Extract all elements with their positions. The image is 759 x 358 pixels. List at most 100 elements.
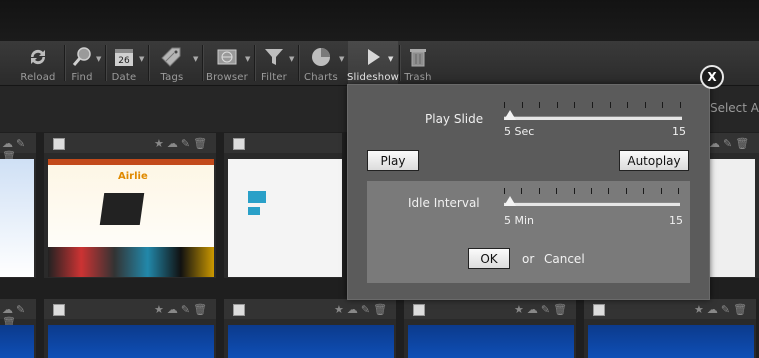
browser-button[interactable]: Browser bbox=[204, 41, 250, 85]
thumbnail-site-header bbox=[48, 159, 214, 165]
thumbnail-header: ☁✎🗑 bbox=[0, 299, 36, 329]
slider-tick bbox=[608, 188, 609, 194]
idle-interval-label: Idle Interval bbox=[408, 196, 480, 210]
tags-icon bbox=[159, 44, 185, 70]
play-slide-label: Play Slide bbox=[425, 112, 484, 126]
filter-label: Filter bbox=[261, 72, 287, 83]
thumbnail-action-icons[interactable]: ★☁✎🗑 bbox=[514, 303, 570, 316]
thumbnail-card[interactable]: ★☁✎🗑 bbox=[44, 299, 216, 358]
slider-tick bbox=[539, 102, 540, 108]
slider-tick bbox=[610, 102, 611, 108]
thumbnail-action-icons[interactable]: ☁✎🗑 bbox=[709, 137, 752, 150]
thumbnail-action-icons[interactable]: ★☁✎🗑 bbox=[334, 303, 390, 316]
play-icon bbox=[360, 44, 386, 70]
thumbnail-action-icons[interactable]: ★☁✎🗑 bbox=[154, 137, 210, 150]
slider-tick bbox=[574, 102, 575, 108]
thumbnail-checkbox[interactable] bbox=[53, 304, 65, 316]
thumbnail-image[interactable] bbox=[48, 325, 214, 358]
autoplay-button[interactable]: Autoplay bbox=[619, 150, 689, 171]
slider-track[interactable] bbox=[504, 202, 680, 206]
thumbnail-image[interactable] bbox=[0, 159, 34, 277]
thumbnail-card[interactable]: ☁✎🗑 bbox=[707, 133, 759, 278]
thumbnail-header: ☁✎🗑 bbox=[707, 133, 759, 153]
close-icon: X bbox=[707, 70, 717, 84]
charts-dropdown-icon[interactable]: ▼ bbox=[339, 55, 344, 63]
date-button[interactable]: 26 Date bbox=[107, 41, 141, 85]
tags-label: Tags bbox=[160, 72, 184, 83]
ok-button[interactable]: OK bbox=[468, 248, 510, 269]
slider-tick bbox=[626, 188, 627, 194]
thumbnail-action-icons[interactable]: ★☁✎🗑 bbox=[694, 303, 750, 316]
browser-icon bbox=[214, 44, 240, 70]
browser-dropdown-icon[interactable]: ▼ bbox=[245, 55, 250, 63]
slider-tick bbox=[592, 102, 593, 108]
play-slide-min-label: 5 Sec bbox=[504, 125, 535, 138]
slider-ticks bbox=[504, 188, 680, 195]
slider-tick bbox=[627, 102, 628, 108]
trash-button[interactable]: Trash bbox=[401, 41, 435, 85]
slider-tick bbox=[680, 102, 681, 108]
play-button[interactable]: Play bbox=[367, 150, 419, 171]
trash-label: Trash bbox=[404, 72, 432, 83]
slider-ticks bbox=[504, 102, 682, 109]
filter-dropdown-icon[interactable]: ▼ bbox=[289, 55, 294, 63]
slider-tick bbox=[557, 102, 558, 108]
play-slide-slider[interactable] bbox=[504, 102, 682, 122]
slider-tick bbox=[504, 188, 505, 194]
slideshow-button[interactable]: Slideshow bbox=[347, 41, 399, 85]
tags-dropdown-icon[interactable]: ▼ bbox=[193, 55, 198, 63]
thumbnail-checkbox[interactable] bbox=[53, 138, 65, 150]
thumbnail-image[interactable] bbox=[408, 325, 574, 358]
slider-tick bbox=[645, 102, 646, 108]
date-label: Date bbox=[111, 72, 137, 83]
pie-chart-icon bbox=[308, 44, 334, 70]
thumbnail-image[interactable]: Airlie bbox=[48, 159, 214, 277]
thumbnail-site-logo: Airlie bbox=[118, 171, 148, 182]
slider-tick bbox=[522, 102, 523, 108]
thumbnail-checkbox[interactable] bbox=[233, 304, 245, 316]
thumbnail-header: ★☁✎🗑 bbox=[44, 133, 216, 153]
thumbnail-header bbox=[224, 133, 342, 153]
cancel-link[interactable]: Cancel bbox=[544, 252, 585, 266]
thumbnail-checkbox[interactable] bbox=[593, 304, 605, 316]
title-bar bbox=[0, 0, 759, 41]
thumbnail-card[interactable]: ☁✎🗑 bbox=[0, 133, 36, 278]
slideshow-dropdown-icon[interactable]: ▼ bbox=[388, 55, 393, 63]
thumbnail-checkbox[interactable] bbox=[233, 138, 245, 150]
calendar-icon: 26 bbox=[111, 44, 137, 70]
slider-handle[interactable] bbox=[504, 196, 516, 206]
thumbnail-checkbox[interactable] bbox=[413, 304, 425, 316]
thumbnail-header: ★☁✎🗑 bbox=[404, 299, 576, 319]
charts-label: Charts bbox=[304, 72, 338, 83]
filter-button[interactable]: Filter bbox=[256, 41, 292, 85]
thumbnail-image[interactable] bbox=[707, 159, 755, 277]
close-dialog-button[interactable]: X bbox=[700, 65, 724, 89]
slider-tick bbox=[678, 188, 679, 194]
thumbnail-card[interactable]: ★☁✎🗑 bbox=[404, 299, 576, 358]
thumbnail-image[interactable] bbox=[588, 325, 754, 358]
idle-interval-min-label: 5 Min bbox=[504, 214, 535, 227]
or-text: or bbox=[522, 252, 535, 266]
trash-icon bbox=[405, 44, 431, 70]
thumbnail-image[interactable] bbox=[0, 325, 34, 358]
thumbnail-card[interactable]: ★☁✎🗑 bbox=[224, 299, 396, 358]
charts-button[interactable]: Charts bbox=[300, 41, 342, 85]
browser-label: Browser bbox=[206, 72, 248, 83]
tags-button[interactable]: Tags bbox=[150, 41, 194, 85]
find-dropdown-icon[interactable]: ▼ bbox=[96, 55, 101, 63]
thumbnail-card[interactable]: ☁✎🗑 bbox=[0, 299, 36, 358]
slider-tick bbox=[504, 102, 505, 108]
date-dropdown-icon[interactable]: ▼ bbox=[139, 55, 144, 63]
thumbnail-image[interactable] bbox=[228, 159, 342, 277]
thumbnail-card[interactable]: ★☁✎🗑 Airlie bbox=[44, 133, 216, 278]
thumbnail-card[interactable] bbox=[224, 133, 342, 278]
slider-handle[interactable] bbox=[504, 110, 516, 120]
slider-track[interactable] bbox=[504, 116, 682, 120]
find-button[interactable]: Find bbox=[66, 41, 98, 85]
slider-tick bbox=[521, 188, 522, 194]
idle-interval-slider[interactable] bbox=[504, 188, 680, 208]
thumbnail-image[interactable] bbox=[228, 325, 394, 358]
reload-button[interactable]: Reload bbox=[14, 41, 62, 85]
thumbnail-card[interactable]: ★☁✎🗑 bbox=[584, 299, 756, 358]
thumbnail-action-icons[interactable]: ★☁✎🗑 bbox=[154, 303, 210, 316]
